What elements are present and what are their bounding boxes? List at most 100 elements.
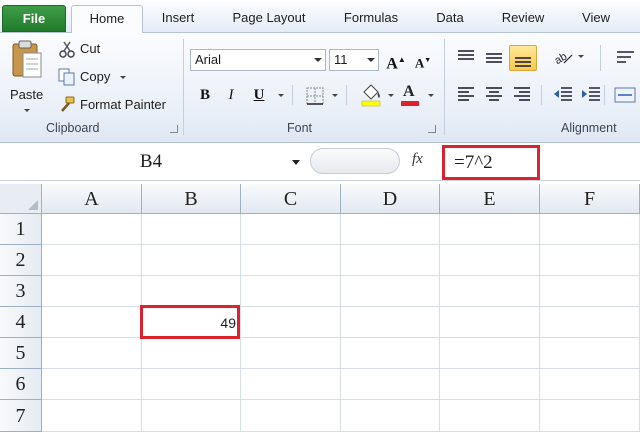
grid-cell[interactable] [540, 276, 640, 307]
grid-cell[interactable] [341, 245, 440, 276]
row-header-2[interactable]: 2 [0, 245, 42, 276]
align-top-icon[interactable] [455, 47, 477, 67]
grid-cell[interactable] [42, 369, 142, 400]
row-header-5[interactable]: 5 [0, 338, 42, 369]
increase-indent-icon[interactable] [580, 85, 602, 105]
grid-cell[interactable] [440, 400, 540, 432]
grid-cell[interactable] [142, 245, 241, 276]
column-header-e[interactable]: E [440, 184, 540, 214]
bold-button[interactable]: B [194, 84, 216, 106]
grid-cell[interactable] [540, 245, 640, 276]
row-header-7[interactable]: 7 [0, 400, 42, 432]
tab-insert[interactable]: Insert [148, 5, 208, 33]
column-header-a[interactable]: A [42, 184, 142, 214]
column-header-c[interactable]: C [241, 184, 341, 214]
row-header-4[interactable]: 4 [0, 307, 42, 338]
grid-cell[interactable] [42, 245, 142, 276]
grid-cell[interactable] [540, 307, 640, 338]
grid-cell[interactable] [341, 338, 440, 369]
active-cell-b4[interactable] [140, 305, 240, 339]
merge-center-icon[interactable] [614, 85, 636, 105]
decrease-indent-icon[interactable] [552, 85, 574, 105]
tab-file[interactable]: File [2, 5, 66, 32]
grid-cell[interactable] [540, 214, 640, 245]
grid-cell[interactable] [241, 214, 341, 245]
grid-cell[interactable] [440, 276, 540, 307]
row-header-6[interactable]: 6 [0, 369, 42, 400]
paste-button[interactable]: Paste [4, 37, 50, 117]
grid-cell[interactable] [341, 214, 440, 245]
grow-font-button[interactable]: A▲ [385, 49, 407, 72]
fill-color-icon[interactable] [360, 83, 382, 107]
formula-bar-grip[interactable] [310, 148, 400, 174]
format-painter-button[interactable]: Format Painter [56, 95, 178, 115]
grid-cell[interactable] [341, 276, 440, 307]
grid-cell[interactable] [42, 307, 142, 338]
grid-cell[interactable] [42, 214, 142, 245]
column-header-b[interactable]: B [142, 184, 241, 214]
grid-cell[interactable] [440, 338, 540, 369]
align-bottom-button[interactable] [509, 45, 537, 71]
grid-cell[interactable] [540, 400, 640, 432]
insert-function-icon[interactable]: fx [412, 151, 423, 168]
font-color-button[interactable]: A [400, 83, 422, 107]
grid-cell[interactable] [540, 369, 640, 400]
grid-cell[interactable] [142, 338, 241, 369]
grid-cell[interactable] [42, 338, 142, 369]
grid-cell[interactable] [142, 400, 241, 432]
grid-cell[interactable] [241, 307, 341, 338]
tab-home[interactable]: Home [71, 5, 143, 34]
shrink-font-button[interactable]: A▼ [412, 49, 434, 71]
tab-view[interactable]: View [570, 5, 622, 33]
chevron-down-icon[interactable] [332, 94, 338, 97]
formula-input[interactable]: =7^2 [442, 145, 540, 180]
grid-cell[interactable] [142, 276, 241, 307]
align-left-icon[interactable] [455, 85, 477, 105]
chevron-down-icon[interactable] [428, 94, 434, 97]
grid-cell[interactable] [241, 400, 341, 432]
font-name-select[interactable]: Arial [190, 49, 326, 71]
tab-page-layout[interactable]: Page Layout [220, 5, 318, 33]
align-right-icon[interactable] [511, 85, 533, 105]
font-size-select[interactable]: 11 [329, 49, 379, 71]
grid-cell[interactable] [341, 369, 440, 400]
select-all-button[interactable] [0, 184, 42, 214]
grid-cell[interactable] [241, 338, 341, 369]
chevron-down-icon[interactable] [388, 94, 394, 97]
chevron-down-icon[interactable] [292, 160, 300, 165]
grid-cell[interactable] [440, 369, 540, 400]
row-header-1[interactable]: 1 [0, 214, 42, 245]
borders-icon[interactable] [306, 87, 324, 105]
grid-cell[interactable] [440, 245, 540, 276]
grid-cell[interactable] [142, 369, 241, 400]
grid-cell[interactable] [42, 400, 142, 432]
grid-cell[interactable] [241, 369, 341, 400]
grid-cell[interactable] [42, 276, 142, 307]
cut-button[interactable]: Cut [56, 39, 116, 59]
grid-cell[interactable] [241, 245, 341, 276]
grid-cell[interactable] [540, 338, 640, 369]
grid-cell[interactable] [440, 214, 540, 245]
column-header-f[interactable]: F [540, 184, 640, 214]
name-box[interactable]: B4 [0, 145, 302, 179]
orientation-icon[interactable]: ab [552, 47, 574, 67]
grid-cell[interactable] [440, 307, 540, 338]
align-center-icon[interactable] [483, 85, 505, 105]
grid-cell[interactable] [142, 214, 241, 245]
align-middle-icon[interactable] [483, 47, 505, 67]
tab-review[interactable]: Review [488, 5, 558, 33]
row-header-3[interactable]: 3 [0, 276, 42, 307]
underline-button[interactable]: U [248, 84, 270, 106]
tab-data[interactable]: Data [426, 5, 474, 33]
copy-button[interactable]: Copy [56, 67, 130, 87]
dialog-launcher-icon[interactable] [170, 125, 178, 133]
tab-formulas[interactable]: Formulas [332, 5, 410, 33]
dialog-launcher-icon[interactable] [428, 125, 436, 133]
chevron-down-icon[interactable] [278, 94, 284, 97]
italic-button[interactable]: I [220, 84, 242, 106]
grid-cell[interactable] [341, 307, 440, 338]
grid-cell[interactable] [341, 400, 440, 432]
column-header-d[interactable]: D [341, 184, 440, 214]
chevron-down-icon[interactable] [578, 55, 584, 58]
grid-cell[interactable] [241, 276, 341, 307]
